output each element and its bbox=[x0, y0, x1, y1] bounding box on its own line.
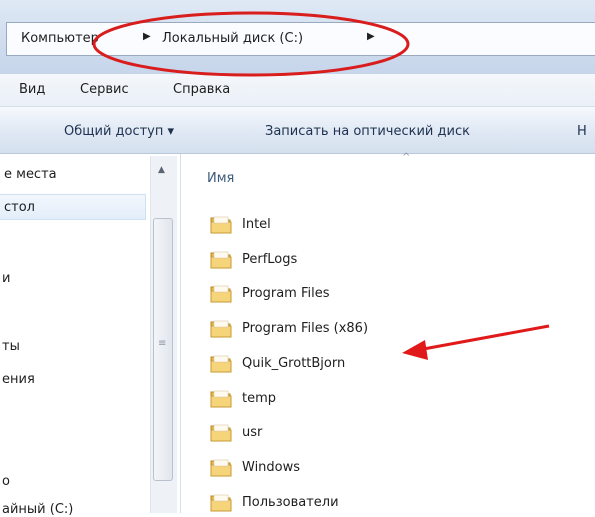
highlight-ellipse bbox=[92, 11, 410, 77]
annotation-overlay bbox=[92, 11, 550, 360]
pointer-arrow-head bbox=[402, 340, 428, 360]
pointer-arrow-line bbox=[417, 324, 550, 352]
